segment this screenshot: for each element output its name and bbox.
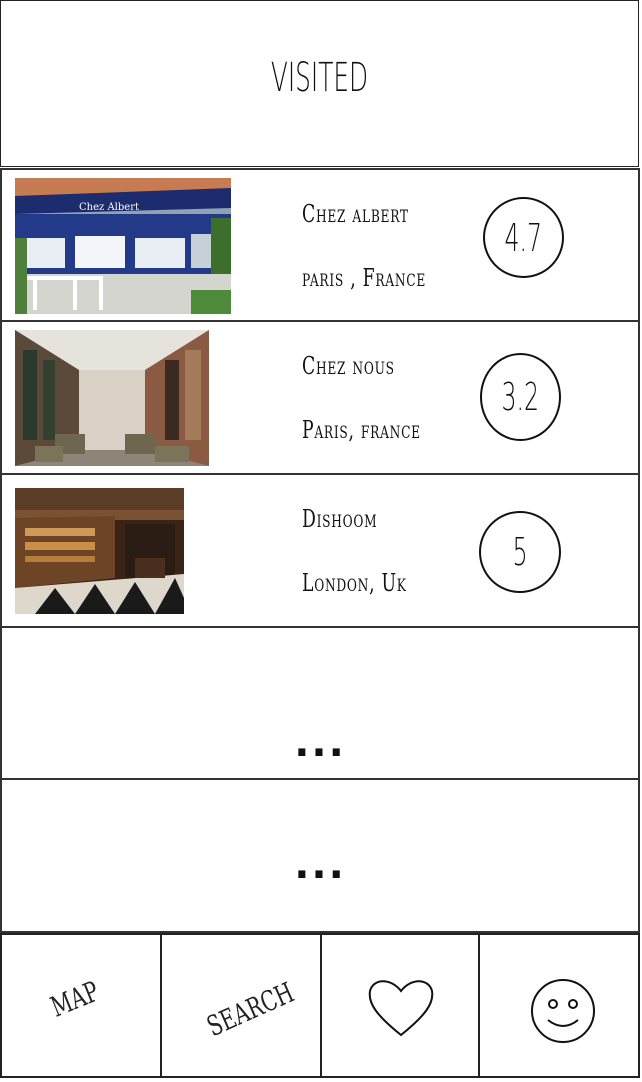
rating-value: 4.7 — [504, 215, 543, 260]
nav-tab-map[interactable]: MAP — [0, 933, 162, 1078]
nav-map-label: MAP — [46, 974, 104, 1024]
rating-badge: 5 — [479, 511, 561, 593]
restaurant-row[interactable]: Dishoom London, Uk 5 — [0, 473, 640, 628]
restaurant-name: Chez nous — [302, 352, 395, 380]
nav-search-label: SEARCH — [202, 975, 299, 1044]
restaurant-location: Paris, france — [302, 416, 421, 444]
restaurant-photo — [15, 330, 209, 466]
nav-tab-profile[interactable] — [478, 933, 640, 1078]
placeholder-row: ... — [0, 778, 640, 933]
restaurant-photo — [15, 488, 184, 614]
rating-badge: 4.7 — [483, 197, 564, 278]
page-title: VISITED — [270, 55, 369, 101]
placeholder-row: ... — [0, 626, 640, 781]
heart-icon — [368, 980, 434, 1037]
nav-tab-favorites[interactable] — [320, 933, 482, 1078]
ellipsis-text: ... — [294, 720, 346, 766]
restaurant-name: Dishoom — [302, 505, 378, 533]
awning-sign-text: Chez Albert — [79, 202, 139, 213]
rating-value: 5 — [512, 530, 528, 574]
rating-value: 3.2 — [501, 375, 540, 419]
visited-screen: VISITED Chez Albert Chez albert paris , … — [0, 0, 642, 1082]
restaurant-row[interactable]: Chez nous Paris, france 3.2 — [0, 320, 640, 475]
restaurant-photo: Chez Albert — [15, 178, 231, 314]
restaurant-location: paris , France — [302, 264, 427, 292]
nav-tab-search[interactable]: SEARCH — [160, 933, 322, 1078]
bottom-nav: MAP SEARCH — [0, 933, 640, 1080]
ellipsis-text: ... — [294, 842, 346, 888]
smiley-icon — [531, 979, 595, 1043]
restaurant-location: London, Uk — [302, 569, 407, 597]
restaurant-name: Chez albert — [302, 200, 409, 228]
rating-badge: 3.2 — [480, 353, 561, 441]
header: VISITED — [0, 0, 639, 167]
restaurant-row[interactable]: Chez Albert Chez albert paris , France 4… — [0, 168, 640, 323]
